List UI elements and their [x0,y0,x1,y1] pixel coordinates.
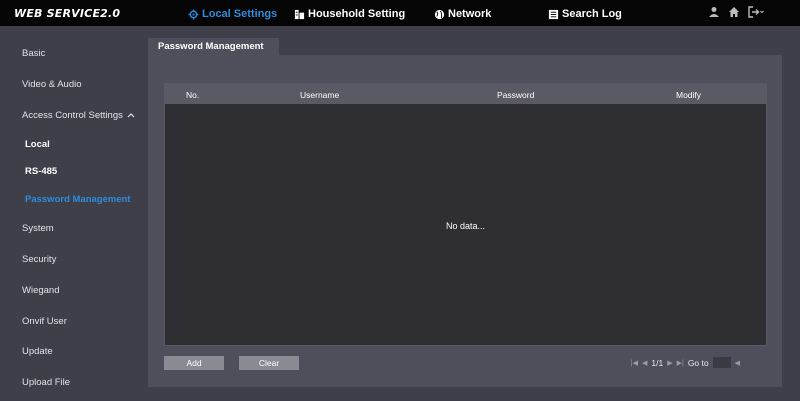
user-icon[interactable] [708,6,720,18]
nav-network-label: Network [448,8,492,20]
globe-icon [434,9,445,19]
building-icon [294,9,305,19]
last-page-icon[interactable]: ▶| [677,359,684,367]
clear-button[interactable]: Clear [239,356,299,370]
sidebar-item-onvif-user[interactable]: Onvif User [22,316,67,327]
logout-icon[interactable] [748,6,764,18]
brand-logo: WEB SERVICE2.0 [14,7,121,20]
goto-arrow-icon[interactable]: ◀ [735,359,740,367]
prev-page-icon[interactable]: ◀ [642,359,647,367]
nav-household-setting-label: Household Setting [308,8,406,20]
gear-icon [188,8,199,20]
next-page-icon[interactable]: ▶ [667,359,672,367]
tab-password-management[interactable]: Password Management [148,38,279,56]
goto-label: Go to [687,357,709,368]
log-icon [548,9,559,19]
pagination: |◀ ◀ 1/1 ▶ ▶| Go to ◀ [631,357,740,368]
top-icon-group [708,6,764,18]
sidebar-item-upload-file[interactable]: Upload File [22,377,70,388]
nav-local-settings-label: Local Settings [202,8,278,20]
goto-page-input[interactable] [712,357,731,368]
sidebar-item-access-control-label: Access Control Settings [22,110,123,121]
home-icon[interactable] [728,6,740,18]
column-header-password: Password [497,90,535,100]
nav-household-setting[interactable]: Household Setting [294,5,405,23]
sidebar-item-access-control[interactable]: Access Control Settings [22,110,135,121]
chevron-up-icon [127,113,135,118]
column-header-modify: Modify [676,90,702,100]
nav-search-log-label: Search Log [562,8,622,20]
sidebar-sub-password-management[interactable]: Password Management [25,194,131,205]
password-table: No. Username Password Modify No data... [164,83,767,346]
sidebar: Basic Video & Audio Access Control Setti… [0,26,142,401]
page-indicator: 1/1 [651,357,664,368]
nav-search-log[interactable]: Search Log [548,5,622,23]
sidebar-item-update[interactable]: Update [22,346,53,357]
first-page-icon[interactable]: |◀ [631,359,638,367]
sidebar-sub-rs485[interactable]: RS-485 [25,166,57,177]
sidebar-item-system[interactable]: System [22,223,54,234]
add-button[interactable]: Add [164,356,224,370]
column-header-no: No. [186,90,200,100]
top-bar: WEB SERVICE2.0 Local Settings Household … [0,0,800,26]
sidebar-item-wiegand[interactable]: Wiegand [22,285,60,296]
sidebar-item-basic[interactable]: Basic [22,48,45,59]
table-header: No. Username Password Modify [165,84,766,104]
sidebar-item-video-audio[interactable]: Video & Audio [22,79,82,90]
column-header-username: Username [300,90,340,100]
sidebar-item-security[interactable]: Security [22,254,56,265]
sidebar-sub-local[interactable]: Local [25,139,50,150]
nav-network[interactable]: Network [434,5,491,23]
empty-state-text: No data... [445,221,486,231]
nav-local-settings[interactable]: Local Settings [188,5,277,23]
